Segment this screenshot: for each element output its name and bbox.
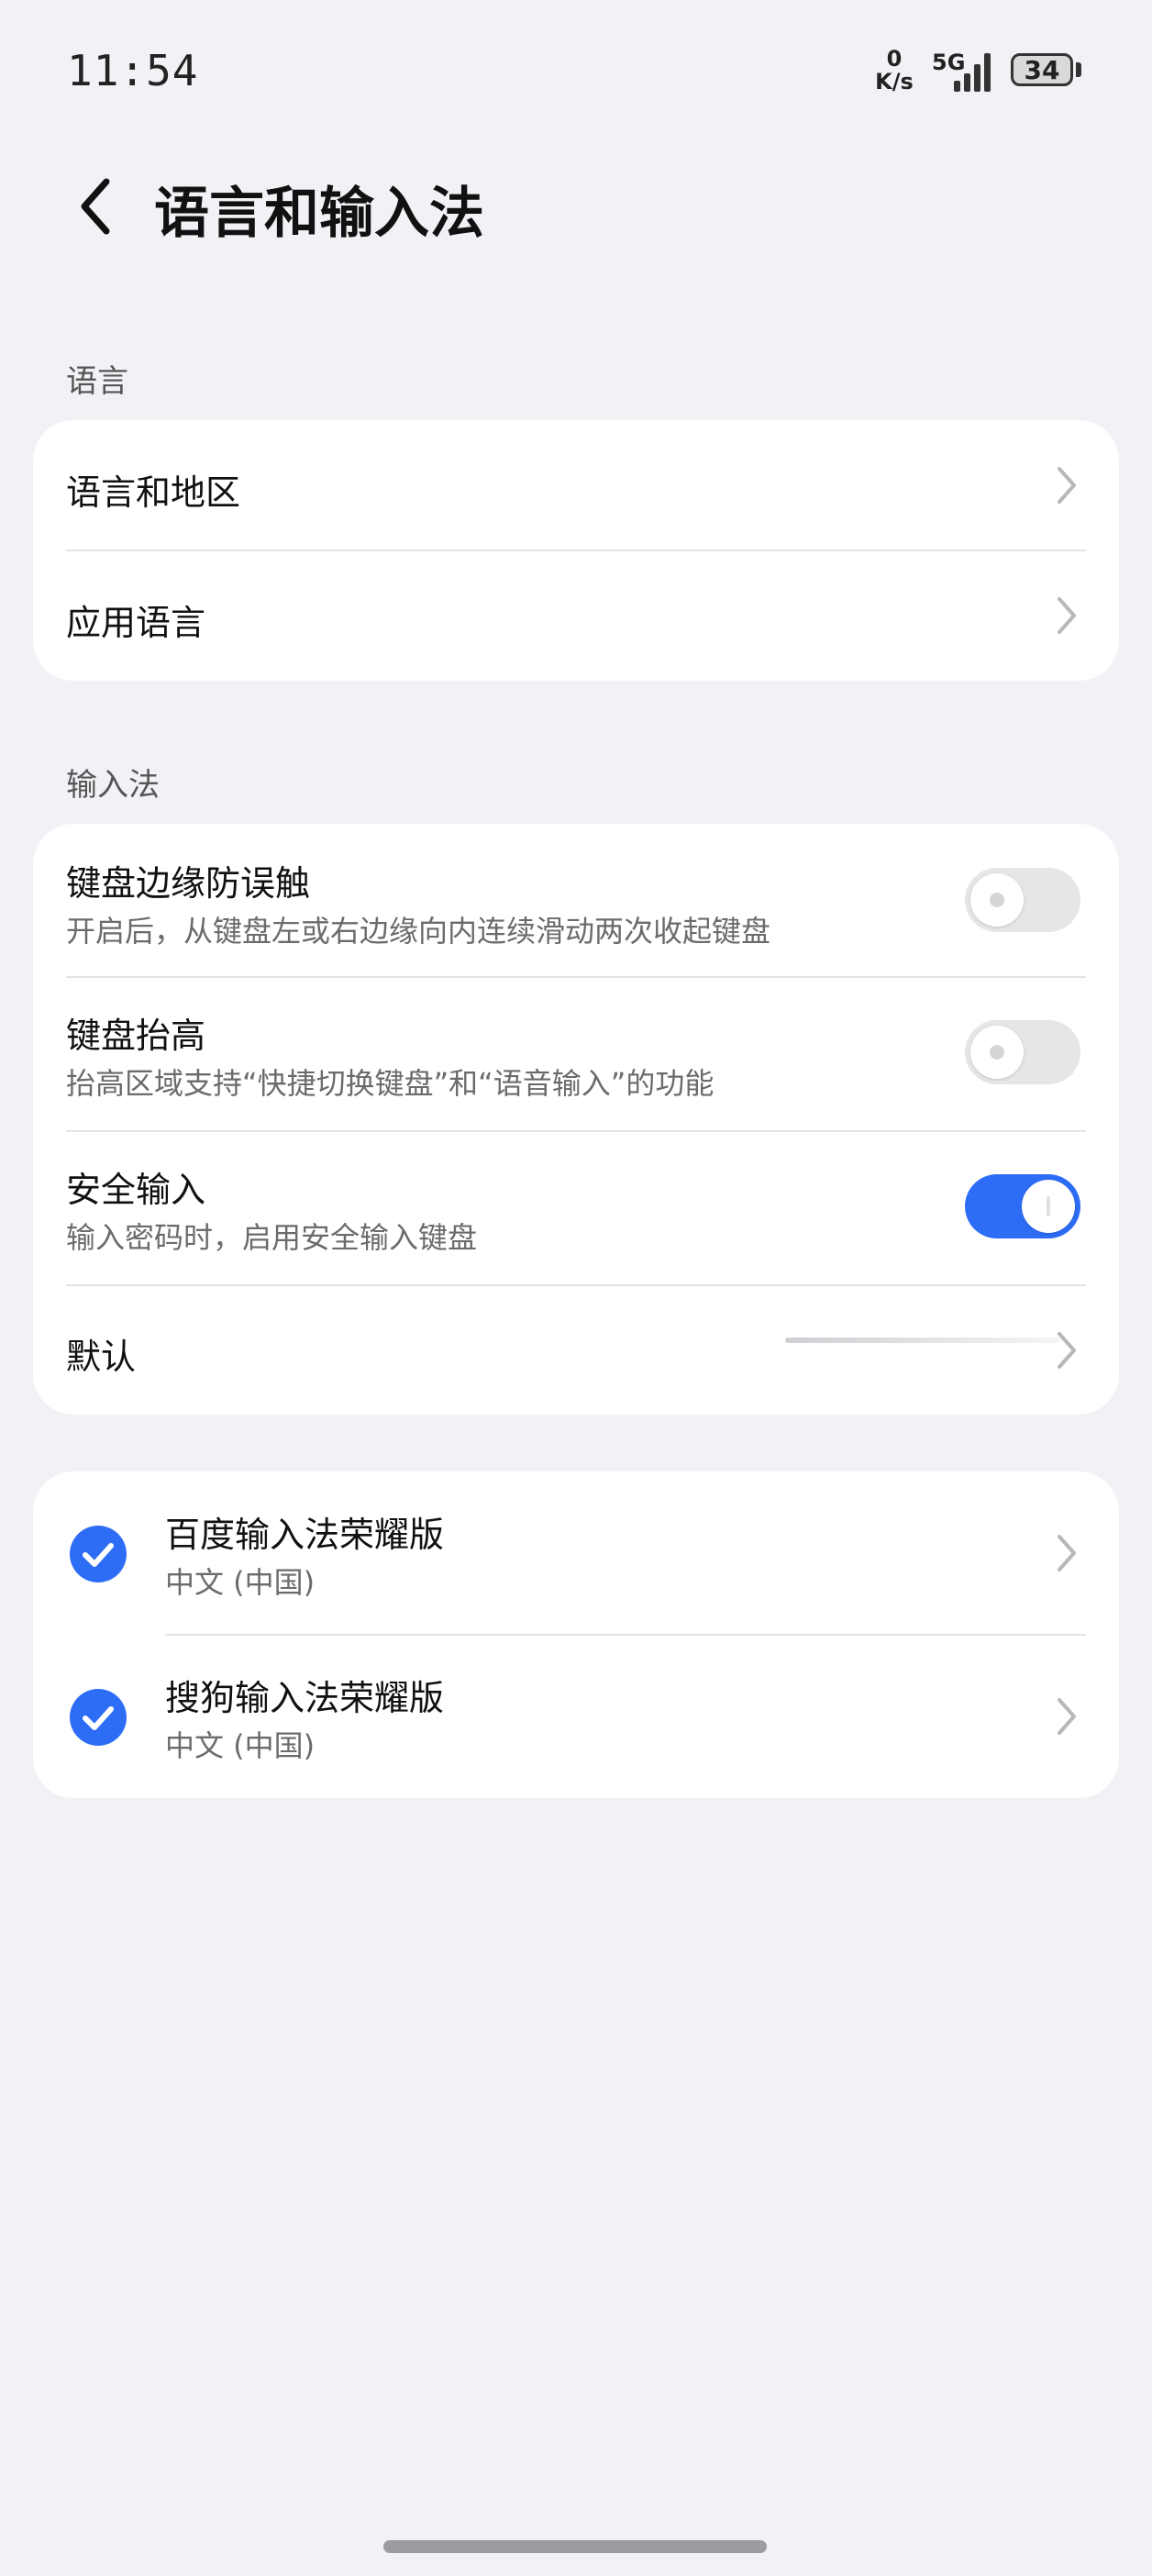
row-subtitle: 中文 (中国)	[165, 1728, 316, 1763]
network-speed: 0 K/s	[871, 48, 917, 94]
chevron-right-icon	[1058, 1698, 1076, 1735]
chevron-right-icon	[1058, 467, 1076, 504]
toggle-keyboard-raise[interactable]	[965, 1020, 1080, 1084]
battery-level: 34	[1024, 54, 1060, 85]
status-time: 11:54	[67, 46, 199, 95]
row-language-region[interactable]: 语言和地区	[33, 420, 1119, 550]
row-default-keyboard[interactable]: 默认	[33, 1286, 1119, 1415]
page-title: 语言和输入法	[154, 182, 484, 246]
row-app-language[interactable]: 应用语言	[33, 550, 1119, 681]
row-keyboard-edge-protection: 键盘边缘防误触 开启后，从键盘左或右边缘向内连续滑动两次收起键盘	[33, 824, 1119, 976]
row-subtitle: 中文 (中国)	[165, 1565, 316, 1600]
row-keyboard-raise: 键盘抬高 抬高区域支持“快捷切换键盘”和“语音输入”的功能	[33, 978, 1119, 1130]
row-keyboard-sogou[interactable]: 搜狗输入法荣耀版 中文 (中国)	[33, 1635, 1119, 1798]
back-arrow-icon[interactable]	[73, 174, 119, 239]
network-speed-value: 0	[886, 46, 903, 72]
section-title-input: 输入法	[66, 767, 160, 804]
row-label: 搜狗输入法荣耀版	[165, 1678, 445, 1718]
home-indicator[interactable]	[383, 2540, 767, 2553]
check-icon[interactable]	[70, 1689, 127, 1746]
row-label: 键盘抬高	[66, 1016, 206, 1056]
toggle-keyboard-edge-protection[interactable]	[965, 868, 1080, 932]
battery-icon: 34	[1011, 53, 1073, 86]
row-subtitle: 开启后，从键盘左或右边缘向内连续滑动两次收起键盘	[66, 914, 771, 949]
chevron-right-icon	[1058, 597, 1076, 634]
row-keyboard-baidu[interactable]: 百度输入法荣耀版 中文 (中国)	[33, 1471, 1119, 1635]
signal-icon	[954, 53, 991, 92]
toggle-knob	[970, 873, 1024, 927]
network-speed-unit: K/s	[875, 69, 914, 94]
header: 语言和输入法	[0, 156, 1152, 257]
status-bar: 11:54 0 K/s 5G 34	[0, 0, 1152, 147]
toggle-knob	[1022, 1180, 1075, 1233]
toggle-knob	[970, 1026, 1024, 1079]
toggle-secure-input[interactable]	[965, 1174, 1080, 1238]
row-label: 键盘边缘防误触	[66, 863, 311, 904]
row-label: 百度输入法荣耀版	[165, 1515, 445, 1555]
input-card: 键盘边缘防误触 开启后，从键盘左或右边缘向内连续滑动两次收起键盘 键盘抬高 抬高…	[33, 824, 1119, 1415]
default-value-placeholder	[785, 1338, 1060, 1343]
row-label: 默认	[66, 1337, 137, 1377]
row-secure-input: 安全输入 输入密码时，启用安全输入键盘	[33, 1132, 1119, 1284]
toggle-off-dot	[990, 1045, 1004, 1060]
row-subtitle: 抬高区域支持“快捷切换键盘”和“语音输入”的功能	[66, 1066, 714, 1101]
chevron-right-icon	[1058, 1332, 1076, 1369]
language-card: 语言和地区 应用语言	[33, 420, 1119, 681]
battery-tip	[1076, 62, 1081, 77]
row-label: 语言和地区	[66, 472, 241, 513]
row-subtitle: 输入密码时，启用安全输入键盘	[66, 1220, 478, 1255]
section-title-language: 语言	[66, 363, 128, 400]
row-label: 安全输入	[66, 1170, 206, 1210]
check-icon[interactable]	[70, 1526, 127, 1582]
toggle-on-bar	[1047, 1196, 1050, 1216]
keyboards-card: 百度输入法荣耀版 中文 (中国) 搜狗输入法荣耀版 中文 (中国)	[33, 1471, 1119, 1798]
toggle-off-dot	[990, 893, 1004, 907]
chevron-right-icon	[1058, 1535, 1076, 1571]
row-label: 应用语言	[66, 603, 206, 643]
